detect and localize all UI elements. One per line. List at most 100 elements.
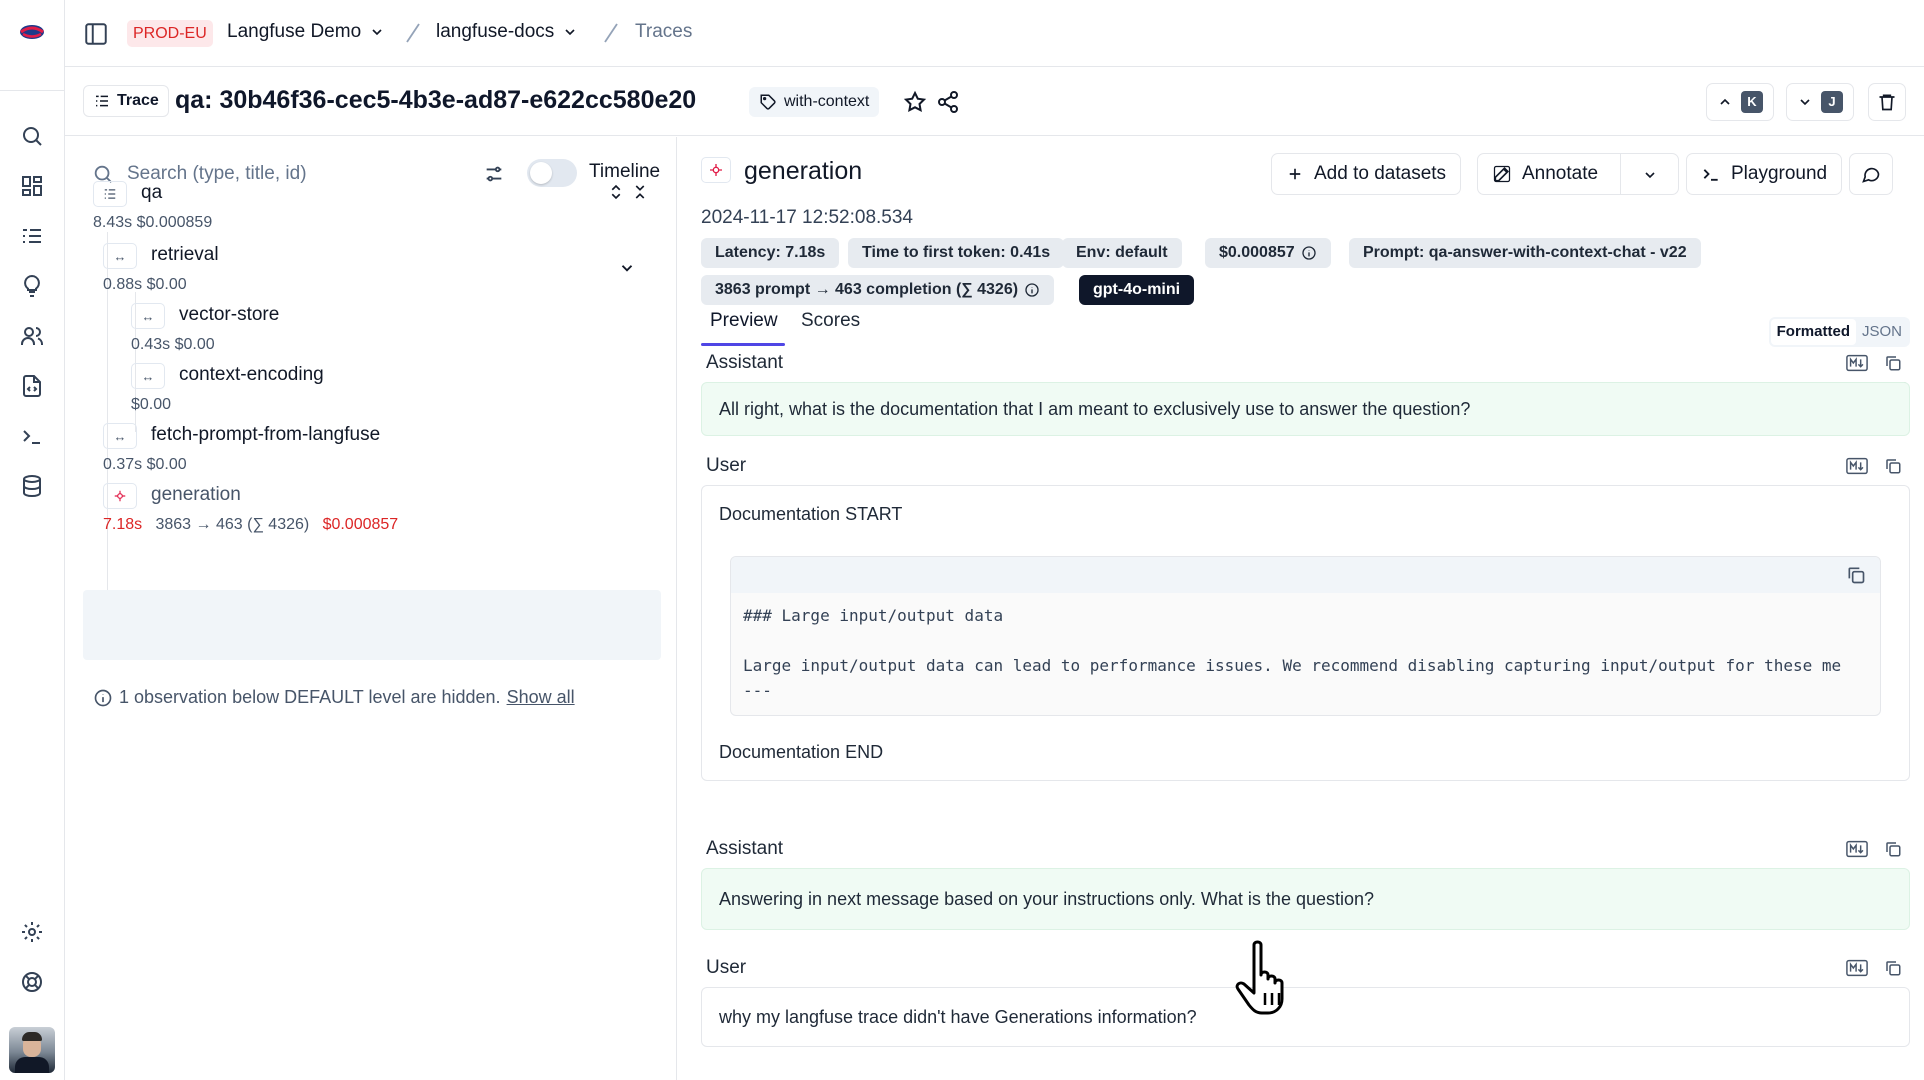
- message-role: Assistant: [706, 352, 784, 373]
- doc-end-text: Documentation END: [719, 742, 884, 762]
- dashboard-icon[interactable]: [20, 174, 44, 198]
- star-icon[interactable]: [903, 90, 927, 114]
- breadcrumb-org[interactable]: Langfuse Demo: [227, 21, 385, 43]
- trace-list-icon: [93, 181, 127, 207]
- prompt-chip[interactable]: Prompt: qa-answer-with-context-chat - v2…: [1349, 238, 1701, 268]
- markdown-icon[interactable]: [1846, 959, 1868, 977]
- timeline-label: Timeline: [589, 161, 661, 182]
- node-meta: 8.43s $0.000859: [93, 214, 213, 231]
- copy-icon[interactable]: [1846, 565, 1866, 585]
- markdown-icon[interactable]: [1846, 457, 1868, 475]
- support-lifebuoy-icon[interactable]: [20, 970, 44, 994]
- trace-header: Trace qa: 30b46f36-cec5-4b3e-ad87-e622cc…: [65, 68, 1924, 136]
- breadcrumb-separator-icon: [403, 20, 423, 46]
- breadcrumb-page[interactable]: Traces: [635, 21, 692, 43]
- playground-terminal-icon[interactable]: [20, 424, 44, 448]
- hidden-note-text: 1 observation below DEFAULT level are hi…: [119, 687, 501, 707]
- playground-label: Playground: [1731, 163, 1828, 184]
- hand-pointer-cursor-icon: [1232, 937, 1302, 1017]
- ttft-chip: Time to first token: 0.41s: [848, 238, 1065, 268]
- selected-row-highlight: [83, 590, 661, 660]
- info-icon[interactable]: [1024, 282, 1040, 298]
- format-toggle: Formatted JSON: [1768, 317, 1910, 347]
- node-name: context-encoding: [179, 364, 324, 385]
- model-chip: gpt-4o-mini: [1079, 275, 1195, 305]
- playground-button[interactable]: Playground: [1686, 153, 1843, 195]
- copy-icon[interactable]: [1882, 959, 1904, 977]
- prev-trace-button[interactable]: K: [1706, 83, 1774, 121]
- annotate-button[interactable]: Annotate: [1477, 153, 1679, 195]
- project-name: langfuse-docs: [436, 21, 555, 42]
- chat-messages: Assistant All right, what is the documen…: [701, 352, 1910, 1080]
- trace-type-pill: Trace: [83, 85, 169, 117]
- format-json[interactable]: JSON: [1856, 319, 1908, 345]
- next-trace-button[interactable]: J: [1786, 83, 1854, 121]
- expand-all-icon[interactable]: [607, 181, 625, 203]
- add-to-datasets-label: Add to datasets: [1314, 163, 1447, 184]
- trace-tag-label: with-context: [784, 93, 870, 110]
- settings-gear-icon[interactable]: [20, 920, 44, 944]
- lightbulb-icon[interactable]: [20, 274, 44, 298]
- info-icon[interactable]: [1301, 245, 1317, 261]
- span-arrows-icon: ↔: [103, 243, 137, 269]
- message-tools: [1846, 354, 1904, 372]
- chevron-down-icon[interactable]: [1642, 167, 1658, 183]
- share-icon[interactable]: [936, 90, 960, 114]
- prompts-file-icon[interactable]: [20, 374, 44, 398]
- trash-icon: [1879, 94, 1895, 111]
- trace-title: qa: 30b46f36-cec5-4b3e-ad87-e622cc580e20: [175, 86, 697, 114]
- collapse-all-icon[interactable]: [631, 181, 649, 203]
- node-name: fetch-prompt-from-langfuse: [151, 424, 381, 445]
- breadcrumb-separator-icon: [601, 20, 621, 46]
- datasets-database-icon[interactable]: [20, 474, 44, 498]
- chevron-down-icon: [565, 29, 575, 36]
- active-tab-underline: [701, 343, 785, 346]
- observation-tree-panel: Timeline qa 8.43s $0.000859 ↔ retrieval …: [65, 137, 677, 1080]
- timeline-toggle[interactable]: [527, 159, 577, 187]
- expand-collapse-controls[interactable]: [607, 181, 649, 203]
- doc-start-text: Documentation START: [719, 504, 903, 524]
- tab-preview[interactable]: Preview: [710, 310, 778, 332]
- chevron-down-icon[interactable]: [618, 259, 636, 277]
- chevron-up-icon: [1720, 98, 1730, 105]
- message-content: why my langfuse trace didn't have Genera…: [701, 987, 1910, 1047]
- annotate-label: Annotate: [1522, 163, 1599, 184]
- add-to-datasets-button[interactable]: Add to datasets: [1271, 153, 1462, 195]
- plus-icon: [1289, 168, 1301, 180]
- tree-search-input[interactable]: [127, 157, 457, 191]
- copy-icon[interactable]: [1882, 840, 1904, 858]
- message-tools: [1846, 959, 1904, 977]
- node-meta: 7.18s 3863 → 463 (∑ 4326) $0.000857: [103, 516, 398, 534]
- search-icon[interactable]: [20, 124, 44, 148]
- env-chip: Env: default: [1062, 238, 1182, 268]
- code-line: ---: [743, 681, 772, 700]
- show-all-link[interactable]: Show all: [507, 687, 575, 708]
- delete-trace-button[interactable]: [1868, 83, 1906, 121]
- copy-icon[interactable]: [1882, 457, 1904, 475]
- edit-icon: [1493, 165, 1511, 183]
- code-line: ### Large input/output data: [743, 606, 1004, 625]
- node-latency: 7.18s: [103, 516, 143, 533]
- top-bar: PROD-EU Langfuse Demo langfuse-docs Trac…: [65, 0, 1924, 67]
- user-avatar[interactable]: [9, 1027, 55, 1073]
- markdown-icon[interactable]: [1846, 354, 1868, 372]
- span-arrows-icon: ↔: [131, 363, 165, 389]
- kbd-j: J: [1821, 91, 1843, 113]
- trace-tag[interactable]: with-context: [749, 87, 880, 117]
- node-name: vector-store: [179, 304, 280, 325]
- info-icon: [94, 689, 112, 706]
- users-icon[interactable]: [20, 324, 44, 348]
- traces-icon[interactable]: [20, 224, 44, 248]
- format-formatted[interactable]: Formatted: [1770, 319, 1856, 345]
- hidden-observations-note: 1 observation below DEFAULT level are hi…: [93, 687, 575, 708]
- message-role: User: [706, 957, 747, 978]
- sidebar-toggle-icon[interactable]: [83, 21, 109, 47]
- message-role: Assistant: [706, 838, 784, 859]
- breadcrumb-project[interactable]: langfuse-docs: [436, 21, 578, 43]
- filter-settings-icon[interactable]: [483, 163, 505, 185]
- copy-icon[interactable]: [1882, 354, 1904, 372]
- langfuse-logo-icon[interactable]: [19, 22, 45, 42]
- comments-button[interactable]: [1849, 153, 1893, 195]
- markdown-icon[interactable]: [1846, 840, 1868, 858]
- tab-scores[interactable]: Scores: [801, 310, 860, 332]
